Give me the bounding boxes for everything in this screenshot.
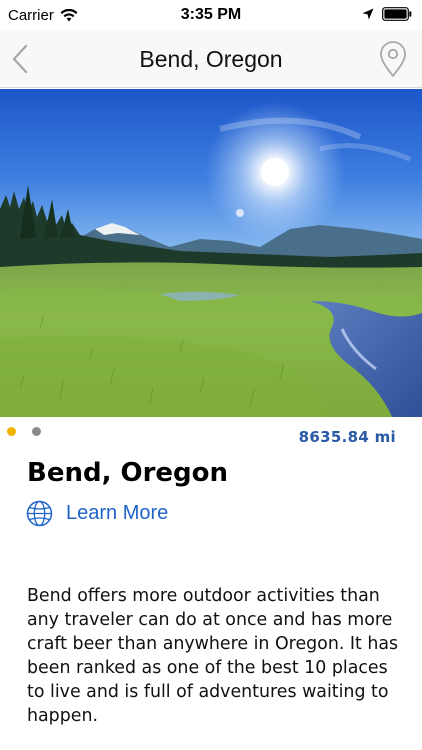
location-arrow-icon: [362, 8, 374, 20]
battery-icon: [382, 7, 412, 21]
learn-more-link[interactable]: Learn More: [26, 500, 168, 527]
chevron-left-icon: [12, 44, 28, 74]
page-indicator[interactable]: [7, 427, 41, 436]
location-pin-icon: [380, 41, 406, 77]
status-time: 3:35 PM: [180, 6, 242, 23]
map-pin-button[interactable]: [378, 40, 408, 78]
back-button[interactable]: [8, 42, 38, 76]
description-text: Bend offers more outdoor activities than…: [27, 586, 399, 726]
status-right: [362, 7, 412, 21]
hero-image[interactable]: [0, 89, 422, 417]
navigation-bar: Bend, Oregon: [0, 30, 422, 88]
page-title: Bend, Oregon: [139, 46, 283, 72]
globe-icon: [26, 500, 53, 527]
landscape-photo: [0, 89, 422, 417]
page-dot[interactable]: [32, 427, 41, 436]
place-title: Bend, Oregon: [27, 458, 229, 488]
status-bar: Carrier 3:35 PM: [0, 0, 422, 30]
learn-more-label[interactable]: Learn More: [66, 502, 168, 525]
page-dot-active[interactable]: [7, 427, 16, 436]
distance-label: 8635.84 mi: [298, 428, 396, 446]
